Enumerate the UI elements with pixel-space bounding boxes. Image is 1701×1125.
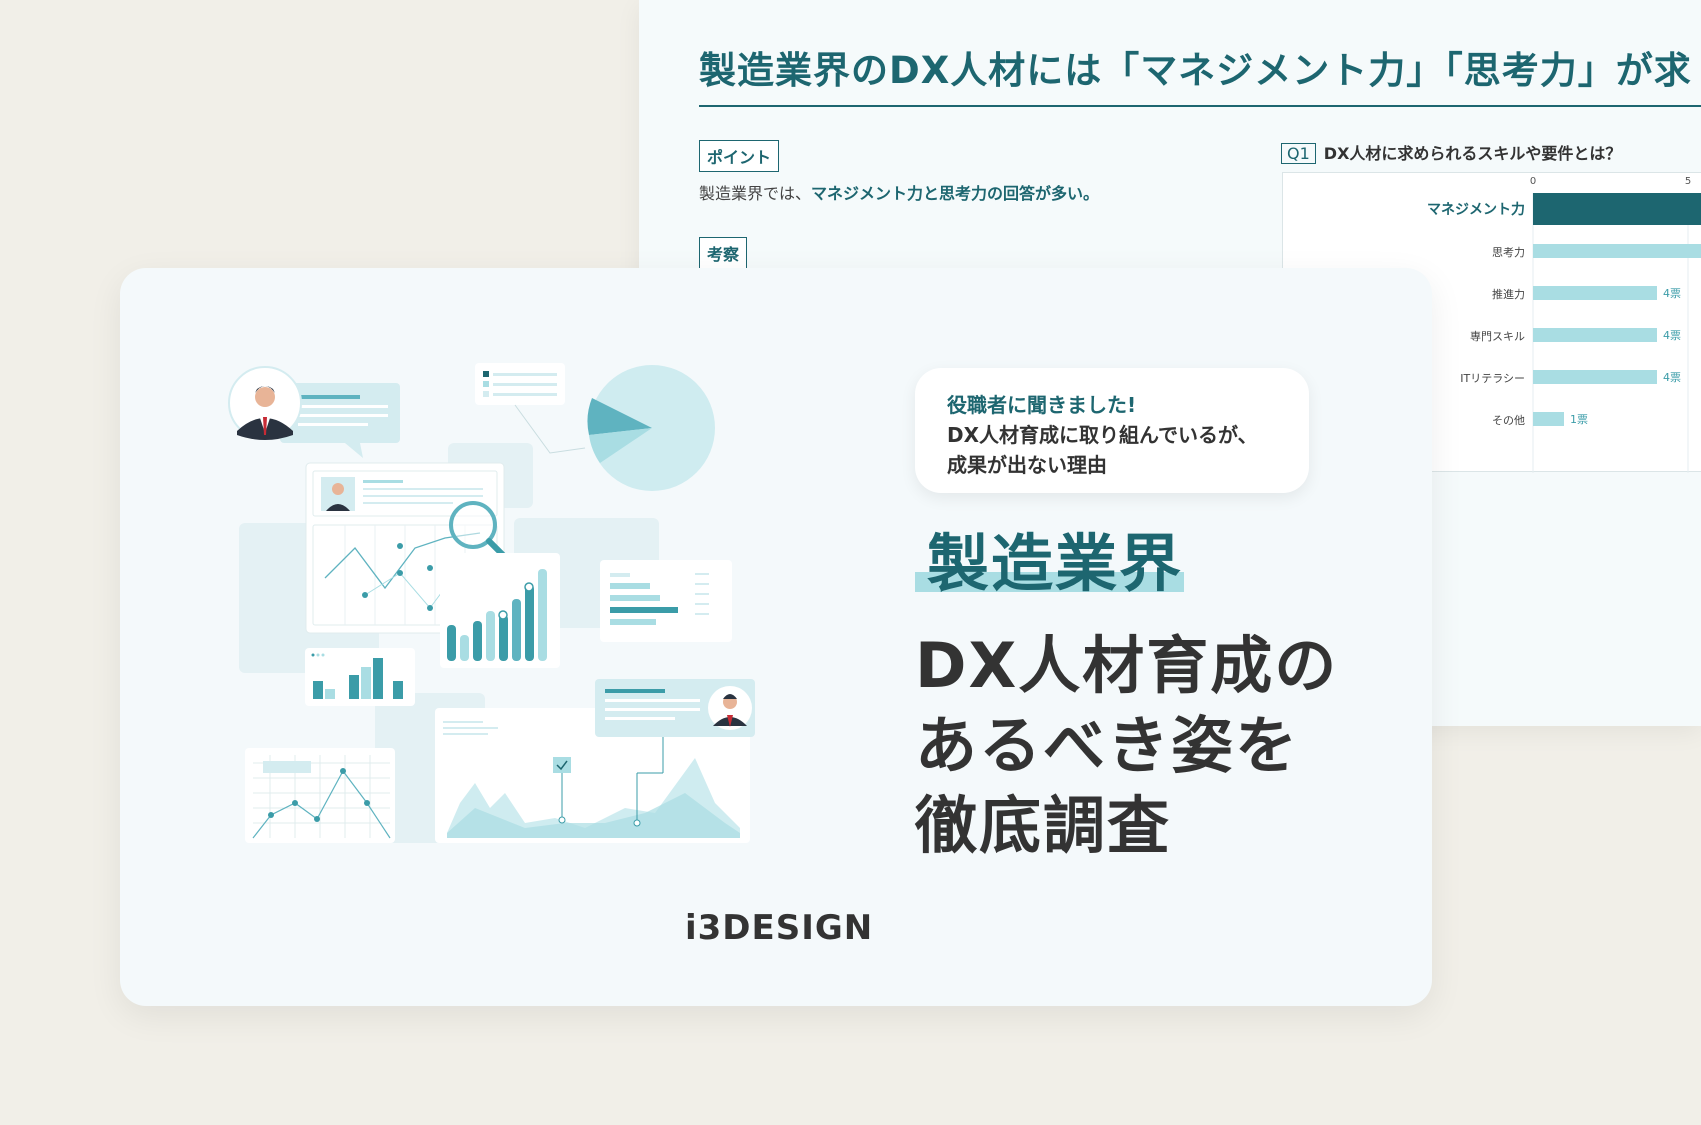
data-label: 1票 [1570,413,1588,426]
point-tag: ポイント [699,140,780,172]
question-label: Q1 DX人材に求められるスキルや要件とは？ [1281,140,1621,164]
main-title-line-1: DX人材育成の [915,629,1339,702]
category-label: 推進力 [1492,287,1525,301]
pie-chart-icon [587,365,715,491]
question-number: Q1 [1281,143,1316,164]
bubble-line-3: 成果が出ない理由 [947,453,1107,477]
data-label: 4票 [1663,329,1681,342]
main-title: DX人材育成の あるべき姿を 徹底調査 [915,626,1338,866]
bubble-line-1: 役職者に聞きました! [947,393,1137,417]
bar [1533,286,1657,300]
industry-text: 製造業界 [927,527,1184,600]
main-title-line-3: 徹底調査 [915,789,1172,862]
dashboard-illustration [228,363,755,843]
bar [1533,328,1657,342]
point-text: 製造業界では、マネジメント力と思考力の回答が多い。 [699,180,1099,204]
point-text-emphasis: マネジメント力と思考力の回答が多い。 [811,184,1100,203]
category-label: 思考力 [1492,246,1525,259]
category-label: 専門スキル [1470,330,1525,343]
data-label: 4票 [1663,287,1681,300]
point-text-plain: 製造業界では、 [699,184,812,203]
kousatsu-tag: 考察 [699,237,748,269]
bar [1533,370,1657,384]
manager-avatar-icon [228,366,400,458]
bar [1533,193,1701,225]
company-logo: i3DESIGN [685,908,874,948]
report-title: 製造業界のDX人材には「マネジメント力」「思考力」が求 [699,49,1692,92]
bar [1533,412,1564,426]
bubble-line-2: DX人材育成に取り組んでいるが、 [947,423,1258,447]
question-text: DX人材に求められるスキルや要件とは？ [1323,144,1622,163]
cover-card: 役職者に聞きました! DX人材育成に取り組んでいるが、 成果が出ない理由 製造業… [120,268,1432,1006]
industry-heading: 製造業界 [915,526,1184,606]
main-title-line-2: あるべき姿を [915,709,1300,782]
employee-avatar-icon [595,679,755,737]
category-label: ITリテラシー [1460,372,1525,385]
x-tick-label: 0 [1530,176,1536,187]
data-label: 4票 [1663,371,1681,384]
category-label: マネジメント力 [1427,201,1525,218]
category-label: その他 [1492,414,1525,427]
bar [1533,244,1701,258]
title-divider [699,105,1701,107]
headline-bubble: 役職者に聞きました! DX人材育成に取り組んでいるが、 成果が出ない理由 [915,368,1309,493]
x-tick-label: 5 [1685,176,1691,187]
